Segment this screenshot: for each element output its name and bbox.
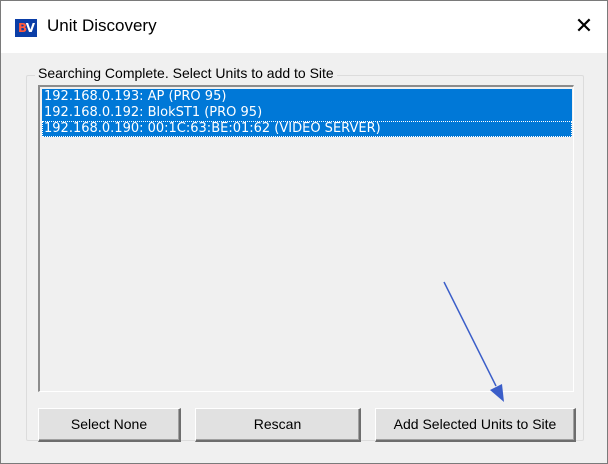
units-listbox[interactable]: 192.168.0.193: AP (PRO 95) 192.168.0.192… [38, 85, 574, 392]
list-item-unit-190[interactable]: 192.168.0.190: 00:1C:63:BE:01:62 (VIDEO … [42, 121, 572, 137]
title-bar[interactable]: BV Unit Discovery ✕ [1, 1, 607, 53]
app-logo-icon: BV [15, 19, 37, 37]
rescan-button[interactable]: Rescan [195, 408, 361, 442]
group-label: Searching Complete. Select Units to add … [35, 65, 337, 81]
select-none-button[interactable]: Select None [38, 408, 181, 442]
window-title: Unit Discovery [47, 16, 157, 35]
list-item-unit-193[interactable]: 192.168.0.193: AP (PRO 95) [42, 89, 572, 105]
close-button[interactable]: ✕ [561, 1, 607, 53]
add-selected-units-button[interactable]: Add Selected Units to Site [375, 408, 576, 442]
list-item-unit-192[interactable]: 192.168.0.192: BlokST1 (PRO 95) [42, 105, 572, 121]
